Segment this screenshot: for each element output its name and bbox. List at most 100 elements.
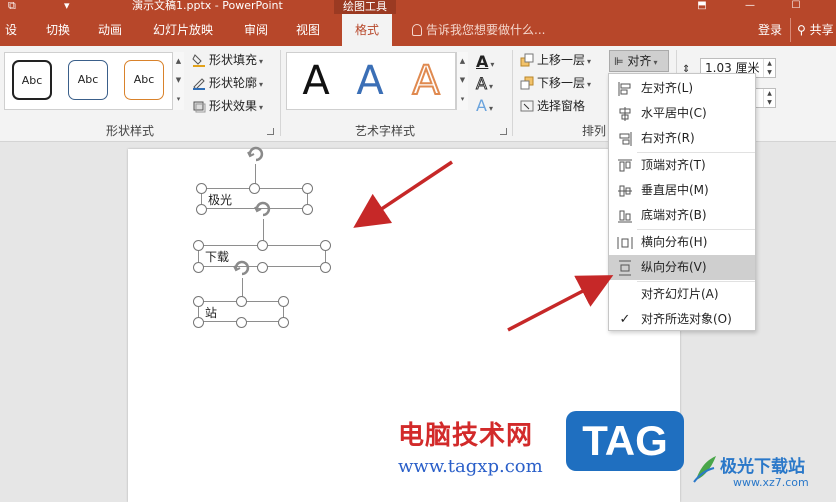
watermark-title: 电脑技术网 <box>398 421 534 451</box>
align-top-icon <box>618 159 632 172</box>
resize-handle[interactable] <box>236 296 247 307</box>
resize-handle[interactable] <box>193 240 204 251</box>
tell-me-search[interactable]: 告诉我您想要做什么... <box>412 14 545 46</box>
shape-fill-label: 形状填充 <box>209 53 258 67</box>
maximize-icon[interactable]: ☐ <box>790 0 802 12</box>
resize-handle[interactable] <box>196 183 207 194</box>
quick-access-icon[interactable]: ⧉ <box>8 0 16 13</box>
wordart-scroll[interactable]: ▲ ▼ ▾ <box>456 52 468 110</box>
tab-review[interactable]: 审阅 <box>236 14 276 46</box>
align-dropdown-menu: 左对齐(L) 水平居中(C) 右对齐(R) 顶端对齐(T) 垂直居中(M) 底端… <box>608 73 756 331</box>
selection-pane-label: 选择窗格 <box>537 99 586 113</box>
textbox-text: 站 <box>205 306 218 320</box>
resize-handle[interactable] <box>193 296 204 307</box>
qat-dropdown-icon[interactable]: ▾ <box>64 0 70 13</box>
resize-handle[interactable] <box>196 204 207 215</box>
wordart-orange-outline[interactable]: A <box>400 57 452 105</box>
resize-handle[interactable] <box>193 317 204 328</box>
ribbon-display-icon[interactable]: ⬒ <box>696 0 708 12</box>
align-bottom-icon <box>618 210 632 223</box>
shape-effect-icon <box>193 101 206 113</box>
site-logo-icon <box>693 456 716 483</box>
resize-handle[interactable] <box>302 204 313 215</box>
person-icon: ⚲ <box>797 23 806 37</box>
shape-style-swatch[interactable]: Abc <box>68 60 108 100</box>
login-link[interactable]: 登录 <box>758 14 782 46</box>
textbox-text: 极光 <box>208 193 233 207</box>
rotate-handle-icon[interactable] <box>245 143 267 165</box>
resize-handle[interactable] <box>193 262 204 273</box>
menu-item-align-top[interactable]: 顶端对齐(T) <box>609 153 755 178</box>
menu-item-align-right[interactable]: 右对齐(R) <box>609 126 755 151</box>
resize-handle[interactable] <box>257 262 268 273</box>
shape-fill-button[interactable]: 形状填充 ▾ <box>192 50 263 70</box>
bring-forward-icon <box>520 53 534 67</box>
resize-handle[interactable] <box>278 296 289 307</box>
align-label: 对齐 <box>627 54 652 68</box>
menu-item-align-to-slide[interactable]: 对齐幻灯片(A) <box>609 282 755 307</box>
shape-style-swatch[interactable]: Abc <box>124 60 164 100</box>
textbox-text: 下载 <box>205 250 230 264</box>
title-bar: ⧉ ▾ 演示文稿1.pptx - PowerPoint 绘图工具 ⬒ — ☐ <box>0 0 836 14</box>
tab-format[interactable]: 格式 <box>342 14 392 46</box>
height-spinner[interactable]: ▲ ▼ <box>763 59 775 77</box>
bring-forward-button[interactable]: 上移一层 ▾ <box>520 50 591 70</box>
text-outline-button[interactable]: A ▾ <box>476 74 493 94</box>
text-fill-button[interactable]: A ▾ <box>476 52 494 72</box>
resize-handle[interactable] <box>278 317 289 328</box>
shape-effect-button[interactable]: 形状效果 ▾ <box>192 96 263 116</box>
wordart-black[interactable]: A <box>290 58 342 104</box>
width-spinner[interactable]: ▲ ▼ <box>763 89 775 107</box>
window-title: 演示文稿1.pptx - PowerPoint <box>132 0 283 12</box>
gallery-scroll[interactable]: ▲ ▼ ▾ <box>172 52 184 110</box>
send-backward-label: 下移一层 <box>537 76 586 90</box>
menu-item-align-middle[interactable]: 垂直居中(M) <box>609 178 755 203</box>
text-effect-button[interactable]: A ▾ <box>476 96 493 116</box>
menu-item-distribute-vertical[interactable]: 纵向分布(V) <box>609 255 755 280</box>
align-center-icon <box>619 107 631 121</box>
align-middle-icon <box>618 185 632 197</box>
wordart-group-label: 艺术字样式 <box>354 124 415 138</box>
shape-styles-group-label: 形状样式 <box>105 124 154 138</box>
menu-item-align-selected-objects[interactable]: ✓ 对齐所选对象(O) <box>609 307 755 332</box>
align-button[interactable]: ⊫ 对齐 ▾ <box>609 50 669 72</box>
minimize-icon[interactable]: — <box>744 0 756 12</box>
share-button[interactable]: ⚲ 共享 <box>790 18 836 42</box>
bring-forward-label: 上移一层 <box>537 53 586 67</box>
tell-me-text: 告诉我您想要做什么... <box>426 23 546 37</box>
align-icon: ⊫ <box>614 55 624 68</box>
resize-handle[interactable] <box>249 183 260 194</box>
wordart-blue[interactable]: A <box>344 58 396 104</box>
shape-outline-button[interactable]: 形状轮廓 ▾ <box>192 73 263 93</box>
menu-item-align-left[interactable]: 左对齐(L) <box>609 76 755 101</box>
resize-handle[interactable] <box>320 240 331 251</box>
rotate-handle-icon[interactable] <box>252 198 274 220</box>
selection-pane-button[interactable]: 选择窗格 <box>520 96 585 116</box>
resize-handle[interactable] <box>302 183 313 194</box>
send-backward-button[interactable]: 下移一层 ▾ <box>520 73 591 93</box>
align-right-icon <box>619 132 632 146</box>
resize-handle[interactable] <box>236 317 247 328</box>
text-fill-icon: A <box>476 52 489 71</box>
rotate-handle-icon[interactable] <box>231 257 253 279</box>
tab-slideshow[interactable]: 幻灯片放映 <box>148 14 218 46</box>
tab-animations[interactable]: 动画 <box>90 14 130 46</box>
selection-pane-icon <box>520 100 534 112</box>
shape-style-swatch[interactable]: Abc <box>12 60 52 100</box>
pencil-icon <box>193 78 205 90</box>
tab-design[interactable]: 设计 <box>0 14 22 69</box>
tab-transitions[interactable]: 切换 <box>38 14 78 46</box>
menu-item-align-center[interactable]: 水平居中(C) <box>609 101 755 126</box>
dialog-launcher-icon[interactable] <box>267 128 274 135</box>
distribute-horizontal-icon <box>617 237 633 249</box>
menu-item-distribute-horizontal[interactable]: 横向分布(H) <box>609 230 755 255</box>
text-effect-icon: A <box>476 96 487 115</box>
dialog-launcher-icon[interactable] <box>500 128 507 135</box>
menu-item-align-bottom[interactable]: 底端对齐(B) <box>609 203 755 228</box>
watermark-tag-logo: TAG <box>566 411 684 471</box>
ribbon-tabs: 设计 切换 动画 幻灯片放映 审阅 视图 格式 告诉我您想要做什么... 登录 … <box>0 14 836 69</box>
resize-handle[interactable] <box>320 262 331 273</box>
tab-view[interactable]: 视图 <box>288 14 328 46</box>
resize-handle[interactable] <box>257 240 268 251</box>
watermark-site-url: www.xz7.com <box>733 476 809 489</box>
